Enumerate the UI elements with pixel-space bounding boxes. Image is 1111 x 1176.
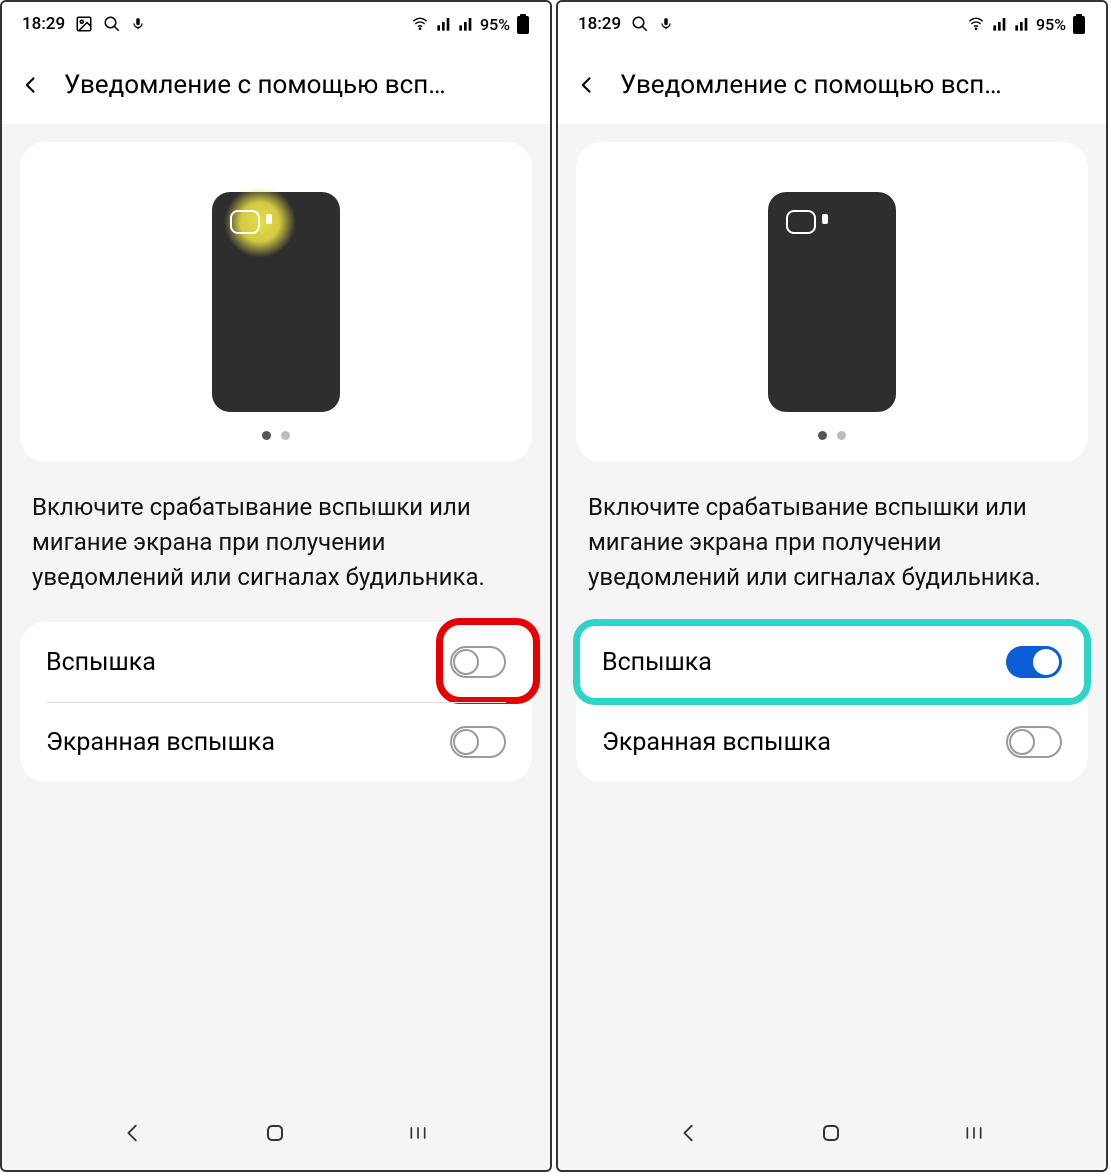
pager-indicator <box>818 431 846 440</box>
battery-percent: 95% <box>1036 15 1066 34</box>
setting-label: Экранная вспышка <box>602 728 831 757</box>
status-bar: 18:29 95% <box>558 2 1106 46</box>
setting-row-screen-flash[interactable]: Экранная вспышка <box>20 702 532 782</box>
page-header: Уведомление с помощью всп… <box>558 46 1106 124</box>
flash-led-icon <box>822 214 828 224</box>
pager-dot <box>281 431 290 440</box>
phone-back-illustration <box>768 192 896 412</box>
setting-label: Вспышка <box>46 648 156 677</box>
nav-back-icon[interactable] <box>678 1122 700 1148</box>
description-text: Включите срабатывание вспышки или мигани… <box>576 462 1088 622</box>
screen-flash-toggle[interactable] <box>1006 726 1062 758</box>
setting-label: Экранная вспышка <box>46 728 275 757</box>
pager-indicator <box>262 431 290 440</box>
search-icon <box>103 15 121 33</box>
status-time: 18:29 <box>22 14 65 34</box>
phone-screenshot-right: 18:29 95% Уве <box>556 0 1108 1172</box>
nav-home-icon[interactable] <box>819 1121 843 1149</box>
navigation-bar <box>558 1100 1106 1170</box>
back-button[interactable] <box>16 70 46 100</box>
back-button[interactable] <box>572 70 602 100</box>
description-text: Включите срабатывание вспышки или мигани… <box>20 462 532 622</box>
page-title: Уведомление с помощью всп… <box>64 70 446 100</box>
signal-icon-2 <box>458 16 474 32</box>
status-time: 18:29 <box>578 14 621 34</box>
setting-row-flash[interactable]: Вспышка <box>576 622 1088 702</box>
status-bar: 18:29 95% <box>2 2 550 46</box>
wifi-icon <box>410 16 430 32</box>
screen-flash-toggle[interactable] <box>450 726 506 758</box>
voice-icon <box>659 15 673 33</box>
nav-back-icon[interactable] <box>122 1122 144 1148</box>
phone-screenshot-left: 18:29 95% <box>0 0 552 1172</box>
signal-icon-2 <box>1014 16 1030 32</box>
camera-icon <box>786 210 816 234</box>
nav-home-icon[interactable] <box>263 1121 287 1149</box>
page-header: Уведомление с помощью всп… <box>2 46 550 124</box>
battery-icon <box>516 14 530 34</box>
wifi-icon <box>966 16 986 32</box>
voice-icon <box>131 15 145 33</box>
flash-toggle[interactable] <box>450 646 506 678</box>
image-icon <box>75 15 93 33</box>
setting-row-flash[interactable]: Вспышка <box>20 622 532 702</box>
settings-list: Вспышка Экранная вспышка <box>576 622 1088 782</box>
nav-recents-icon[interactable] <box>962 1123 986 1147</box>
pager-dot <box>837 431 846 440</box>
phone-back-illustration <box>212 192 340 412</box>
setting-label: Вспышка <box>602 648 712 677</box>
flash-led-icon <box>266 214 272 224</box>
navigation-bar <box>2 1100 550 1170</box>
signal-icon <box>436 16 452 32</box>
page-title: Уведомление с помощью всп… <box>620 70 1002 100</box>
settings-list: Вспышка Экранная вспышка <box>20 622 532 782</box>
camera-icon <box>230 210 260 234</box>
pager-dot-active <box>818 431 827 440</box>
battery-icon <box>1072 14 1086 34</box>
nav-recents-icon[interactable] <box>406 1123 430 1147</box>
battery-percent: 95% <box>480 15 510 34</box>
search-icon <box>631 15 649 33</box>
illustration-card[interactable] <box>576 142 1088 462</box>
illustration-card[interactable] <box>20 142 532 462</box>
flash-toggle[interactable] <box>1006 646 1062 678</box>
pager-dot-active <box>262 431 271 440</box>
signal-icon <box>992 16 1008 32</box>
setting-row-screen-flash[interactable]: Экранная вспышка <box>576 702 1088 782</box>
